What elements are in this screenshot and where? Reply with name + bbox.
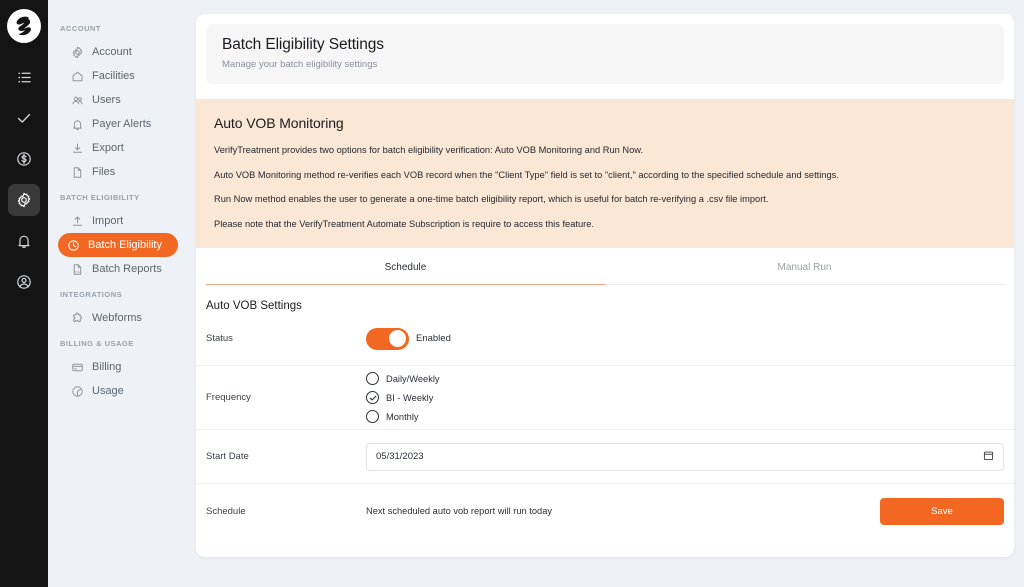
sidebar-item-label: Batch Eligibility — [88, 239, 162, 251]
radio-label: Monthly — [386, 411, 419, 422]
sidebar-item-label: Files — [92, 166, 116, 178]
sidebar-item-label: Import — [92, 215, 124, 227]
icon-rail — [0, 0, 48, 587]
status-toggle[interactable] — [366, 327, 409, 350]
row-schedule: Schedule Next scheduled auto vob report … — [196, 484, 1014, 538]
schedule-label: Schedule — [206, 505, 246, 517]
gear-icon — [70, 45, 84, 59]
status-toggle-label: Enabled — [416, 333, 451, 345]
radio-label: BI - Weekly — [386, 392, 434, 403]
radio-circle-icon — [366, 410, 379, 424]
csv-file-icon: CSV — [70, 262, 84, 276]
frequency-radio-group: Daily/Weekly BI - Weekly Monthly — [366, 366, 1004, 429]
settings-card: Batch Eligibility Settings Manage your b… — [196, 14, 1014, 557]
radio-bi-weekly[interactable]: BI - Weekly — [366, 391, 1004, 405]
rail-item-check[interactable] — [8, 102, 40, 134]
sidebar-item-batch-eligibility[interactable]: Batch Eligibility — [58, 233, 178, 257]
info-paragraph: Run Now method enables the user to gener… — [214, 194, 769, 205]
info-panel-title: Auto VOB Monitoring — [214, 115, 344, 131]
row-status: Status Enabled — [196, 312, 1014, 367]
start-date-value: 05/31/2023 — [376, 451, 424, 463]
sidebar-item-import[interactable]: Import — [62, 209, 178, 233]
rail-item-notifications[interactable] — [8, 225, 40, 257]
page-header: Batch Eligibility Settings Manage your b… — [206, 24, 1004, 84]
list-icon — [17, 70, 32, 85]
radio-daily-weekly[interactable]: Daily/Weekly — [366, 372, 1004, 386]
user-circle-icon — [16, 274, 32, 290]
sidebar-item-label: Account — [92, 46, 132, 58]
sidebar-item-webforms[interactable]: Webforms — [62, 306, 178, 330]
svg-text:CSV: CSV — [74, 270, 80, 274]
sidebar-item-users[interactable]: Users — [62, 88, 178, 112]
sidebar-section-batch-eligibility: BATCH ELIGIBILITY — [60, 193, 140, 202]
sidebar-item-payer-alerts[interactable]: Payer Alerts — [62, 112, 178, 136]
calendar-icon[interactable] — [983, 450, 994, 464]
status-label: Status — [206, 333, 233, 345]
sidebar-item-label: Export — [92, 142, 124, 154]
save-button[interactable]: Save — [880, 497, 1004, 525]
pie-chart-icon — [70, 384, 84, 398]
section-title-auto-vob-settings: Auto VOB Settings — [206, 300, 302, 313]
page-subtitle: Manage your batch eligibility settings — [222, 59, 378, 70]
app-logo[interactable] — [7, 9, 41, 43]
sidebar-item-facilities[interactable]: Facilities — [62, 64, 178, 88]
tab-bar: Schedule Manual Run — [206, 248, 1004, 286]
radio-check-icon — [366, 391, 379, 405]
sidebar-item-label: Facilities — [92, 70, 135, 82]
sidebar-item-label: Usage — [92, 385, 124, 397]
toggle-knob — [389, 330, 406, 348]
sidebar-item-label: Batch Reports — [92, 263, 162, 275]
sidebar-item-label: Webforms — [92, 312, 142, 324]
sidebar-item-usage[interactable]: Usage — [62, 379, 178, 403]
radio-monthly[interactable]: Monthly — [366, 410, 1004, 424]
sidebar-section-billing-usage: BILLING & USAGE — [60, 339, 134, 348]
rail-item-list[interactable] — [8, 61, 40, 93]
upload-icon — [70, 214, 84, 228]
sidebar-item-label: Users — [92, 94, 121, 106]
info-panel: Auto VOB Monitoring VerifyTreatment prov… — [196, 99, 1014, 249]
rail-item-settings[interactable] — [8, 184, 40, 216]
radio-circle-icon — [366, 372, 379, 386]
check-icon — [16, 110, 32, 126]
download-icon — [70, 141, 84, 155]
tab-manual-run[interactable]: Manual Run — [605, 248, 1004, 284]
sidebar-item-export[interactable]: Export — [62, 136, 178, 160]
sidebar-item-billing[interactable]: Billing — [62, 355, 178, 379]
frequency-label: Frequency — [206, 392, 251, 404]
clock-icon — [66, 238, 80, 252]
rail-item-profile[interactable] — [8, 266, 40, 298]
schedule-message: Next scheduled auto vob report will run … — [366, 506, 553, 517]
puzzle-icon — [70, 311, 84, 325]
sidebar-item-files[interactable]: Files — [62, 160, 178, 184]
gear-icon — [16, 192, 32, 208]
dollar-circle-icon — [16, 151, 32, 167]
sidebar-section-account: ACCOUNT — [60, 24, 101, 33]
credit-card-icon — [70, 360, 84, 374]
info-paragraph: VerifyTreatment provides two options for… — [214, 145, 644, 155]
home-icon — [70, 69, 84, 83]
sidebar-section-integrations: INTEGRATIONS — [60, 290, 123, 299]
bell-icon — [70, 117, 84, 131]
row-frequency: Frequency Daily/Weekly BI - Weekly Month… — [196, 366, 1014, 431]
sidebar-item-label: Billing — [92, 361, 122, 373]
info-paragraph: Please note that the VerifyTreatment Aut… — [214, 218, 594, 229]
app-window: ACCOUNT Account Facilities Users Payer A… — [0, 0, 1024, 587]
sidebar-item-label: Payer Alerts — [92, 118, 152, 130]
sidebar: ACCOUNT Account Facilities Users Payer A… — [48, 0, 186, 587]
file-icon — [70, 165, 84, 179]
radio-label: Daily/Weekly — [386, 373, 440, 384]
sidebar-item-batch-reports[interactable]: CSV Batch Reports — [62, 257, 178, 281]
start-date-label: Start Date — [206, 451, 249, 463]
rail-item-billing[interactable] — [8, 143, 40, 175]
main-content: Batch Eligibility Settings Manage your b… — [186, 0, 1024, 587]
users-icon — [70, 93, 84, 107]
start-date-input[interactable]: 05/31/2023 — [366, 442, 1004, 471]
info-paragraph: Auto VOB Monitoring method re-verifies e… — [214, 169, 839, 180]
page-title: Batch Eligibility Settings — [222, 36, 384, 53]
row-start-date: Start Date 05/31/2023 — [196, 430, 1014, 485]
sidebar-item-account[interactable]: Account — [62, 40, 178, 64]
tab-schedule[interactable]: Schedule — [206, 248, 605, 286]
bell-icon — [16, 233, 32, 249]
